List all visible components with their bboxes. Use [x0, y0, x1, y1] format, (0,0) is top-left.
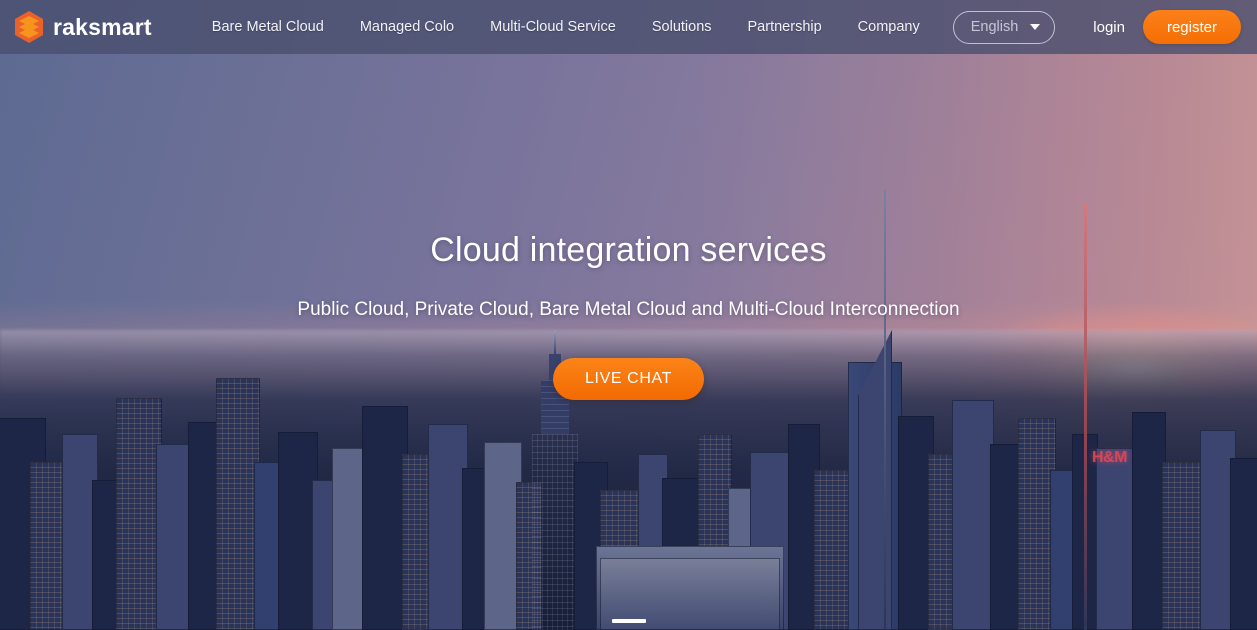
- landing-page: H&M raksmart Bare Metal Cloud Managed Co…: [0, 0, 1257, 630]
- top-navigation-bar: raksmart Bare Metal Cloud Managed Colo M…: [0, 0, 1257, 54]
- carousel-indicator: [0, 619, 1257, 623]
- nav-item-company[interactable]: Company: [840, 0, 938, 54]
- hero-cta-wrap: LIVE CHAT: [0, 358, 1257, 400]
- live-chat-button[interactable]: LIVE CHAT: [553, 358, 704, 400]
- login-link[interactable]: login: [1075, 19, 1143, 36]
- nav-item-partnership[interactable]: Partnership: [730, 0, 840, 54]
- chevron-down-icon: [1030, 24, 1041, 30]
- nav-right-actions: English login register: [952, 10, 1241, 44]
- main-nav-links: Bare Metal Cloud Managed Colo Multi-Clou…: [194, 0, 938, 54]
- hero-background-image: H&M: [0, 0, 1257, 630]
- nav-item-bare-metal-cloud[interactable]: Bare Metal Cloud: [194, 0, 342, 54]
- nav-item-multi-cloud-service[interactable]: Multi-Cloud Service: [472, 0, 634, 54]
- carousel-dot-1[interactable]: [611, 619, 646, 623]
- brand-wordmark: raksmart: [53, 13, 152, 40]
- language-selector[interactable]: English: [952, 10, 1056, 44]
- nav-item-managed-colo[interactable]: Managed Colo: [342, 0, 472, 54]
- hm-neon-sign: H&M: [1092, 449, 1127, 466]
- skyline-buildings: [0, 190, 1257, 630]
- hexagon-stack-logo-icon: [15, 11, 43, 43]
- language-selector-label: English: [970, 19, 1019, 35]
- register-button[interactable]: register: [1142, 10, 1241, 44]
- brand-logo[interactable]: raksmart: [14, 11, 152, 43]
- nav-item-solutions[interactable]: Solutions: [634, 0, 730, 54]
